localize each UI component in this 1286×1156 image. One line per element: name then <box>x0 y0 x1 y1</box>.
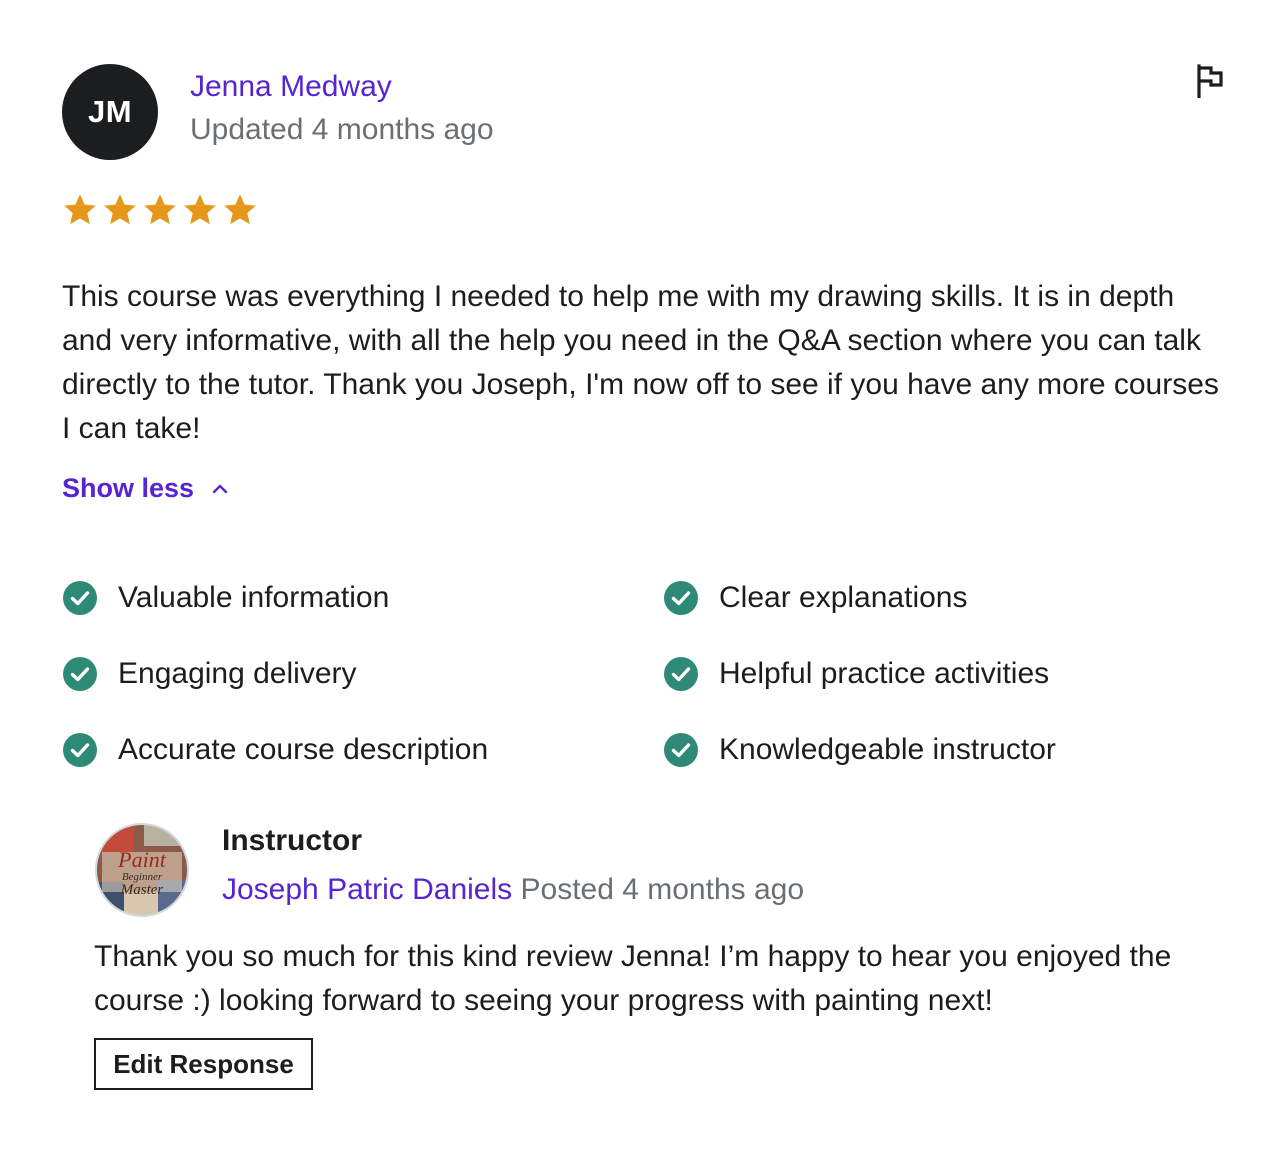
response-title: Instructor <box>222 824 363 857</box>
feature-item: Valuable information <box>62 580 389 616</box>
check-circle-icon <box>63 657 97 691</box>
show-less-button[interactable]: Show less <box>62 473 230 504</box>
check-circle-icon <box>63 733 97 767</box>
star-rating <box>62 192 258 228</box>
feature-item: Clear explanations <box>663 580 967 616</box>
response-text: Thank you so much for this kind review J… <box>94 940 1172 1017</box>
chevron-up-icon <box>212 484 228 493</box>
instructor-avatar: Paint Beginner Master <box>95 823 189 917</box>
avatar-initials: JM <box>87 94 133 129</box>
review-text: This course was everything I needed to h… <box>62 280 1219 445</box>
reviewer-avatar: JM <box>62 64 158 160</box>
check-circle-icon <box>664 581 698 615</box>
feature-item: Knowledgeable instructor <box>663 732 1056 768</box>
feature-label: Helpful practice activities <box>719 657 1050 690</box>
instructor-name[interactable]: Joseph Patric Daniels <box>222 873 512 906</box>
reviewer-name[interactable]: Jenna Medway <box>190 70 392 104</box>
flag-icon[interactable] <box>1194 64 1226 98</box>
feature-label: Accurate course description <box>118 733 489 766</box>
check-circle-icon <box>63 581 97 615</box>
feature-item: Accurate course description <box>62 732 488 768</box>
star-icon <box>224 194 256 225</box>
edit-response-button[interactable]: Edit Response <box>94 1038 313 1090</box>
logo-text-master: Master <box>120 882 164 898</box>
feature-label: Clear explanations <box>719 581 968 614</box>
star-icon <box>144 194 176 225</box>
feature-label: Knowledgeable instructor <box>719 733 1056 766</box>
feature-item: Helpful practice activities <box>663 656 1049 692</box>
star-icon <box>64 194 96 225</box>
feature-item: Engaging delivery <box>62 656 357 692</box>
response-meta: Joseph Patric Daniels Posted 4 months ag… <box>222 873 804 907</box>
star-icon <box>184 194 216 225</box>
response-posted-time: Posted 4 months ago <box>520 873 805 906</box>
check-circle-icon <box>664 657 698 691</box>
logo-text-paint: Paint <box>117 847 167 872</box>
star-icon <box>104 194 136 225</box>
show-less-label: Show less <box>62 473 195 503</box>
feature-label: Engaging delivery <box>118 657 357 690</box>
review-updated-time: Updated 4 months ago <box>190 113 494 146</box>
check-circle-icon <box>664 733 698 767</box>
feature-label: Valuable information <box>118 581 390 614</box>
